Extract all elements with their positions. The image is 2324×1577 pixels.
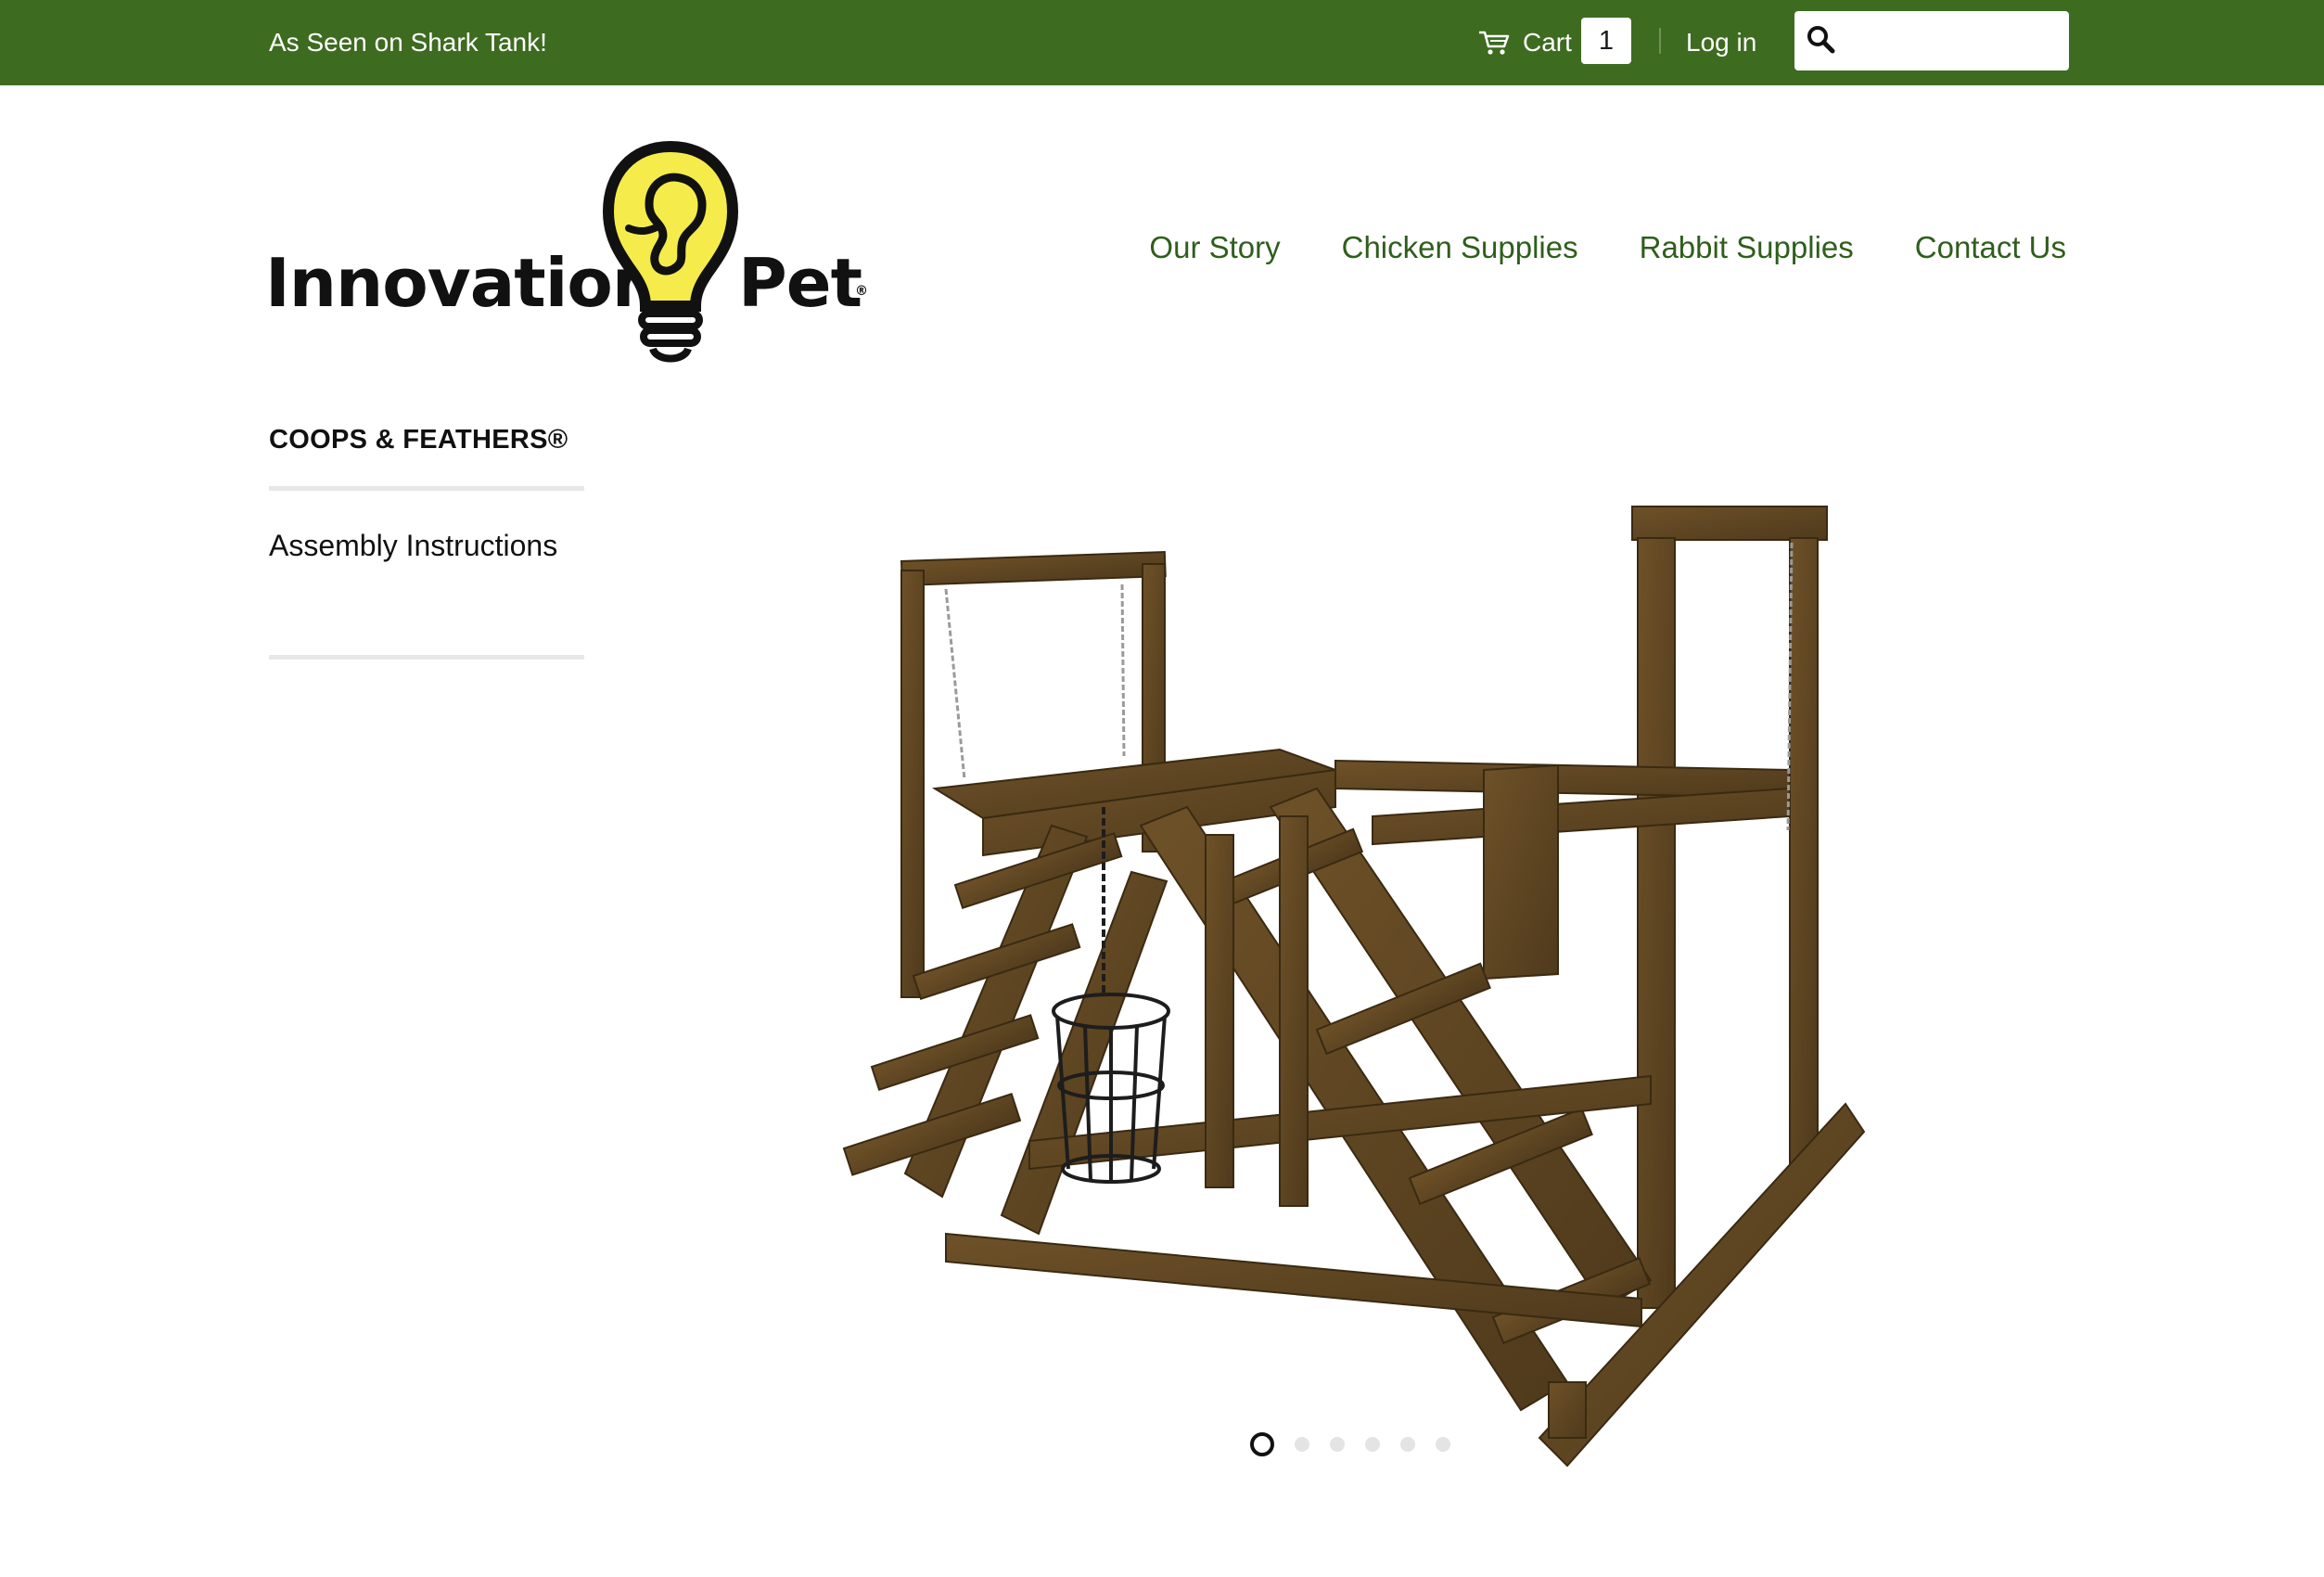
nav-chicken-supplies[interactable]: Chicken Supplies (1342, 230, 1578, 265)
top-bar: As Seen on Shark Tank! Cart 1 Log in (0, 0, 2324, 85)
slide-dot-1[interactable] (1250, 1432, 1274, 1456)
logo-registered-mark: ® (855, 284, 868, 299)
topbar-divider (1659, 28, 1661, 54)
sidebar-title: COOPS & FEATHERS® (269, 425, 568, 455)
slideshow-dots (1250, 1432, 1450, 1456)
sidebar-divider-top (269, 486, 584, 491)
logo-word-left: Innovation (265, 244, 659, 322)
slide-dot-6[interactable] (1436, 1437, 1450, 1452)
tagline: As Seen on Shark Tank! (269, 28, 547, 57)
nav-our-story[interactable]: Our Story (1149, 230, 1280, 265)
sidebar-divider-bottom (269, 655, 584, 660)
slide-dot-5[interactable] (1400, 1437, 1415, 1452)
search-box[interactable] (1794, 11, 2069, 71)
search-icon[interactable] (1806, 24, 1837, 60)
cart-count-badge[interactable]: 1 (1581, 18, 1631, 64)
lightbulb-icon (601, 139, 740, 374)
cart-icon (1478, 30, 1510, 56)
slide-image (842, 506, 1866, 1468)
nav-rabbit-supplies[interactable]: Rabbit Supplies (1640, 230, 1854, 265)
product-slideshow[interactable] (723, 492, 1873, 1484)
login-link[interactable]: Log in (1686, 22, 1756, 63)
slide-dot-3[interactable] (1330, 1437, 1345, 1452)
main-nav: Our Story Chicken Supplies Rabbit Suppli… (1149, 230, 2066, 265)
cart-label: Cart (1523, 28, 1572, 57)
sidebar-link-assembly-instructions[interactable]: Assembly Instructions (269, 529, 557, 563)
search-input[interactable] (1846, 20, 2060, 63)
site-logo[interactable]: Innovation Pet ® (265, 137, 870, 369)
slide-dot-4[interactable] (1365, 1437, 1380, 1452)
cart-link[interactable]: Cart (1478, 22, 1572, 63)
logo-word-right: Pet (738, 244, 862, 322)
nav-contact-us[interactable]: Contact Us (1915, 230, 2066, 265)
slide-dot-2[interactable] (1295, 1437, 1309, 1452)
